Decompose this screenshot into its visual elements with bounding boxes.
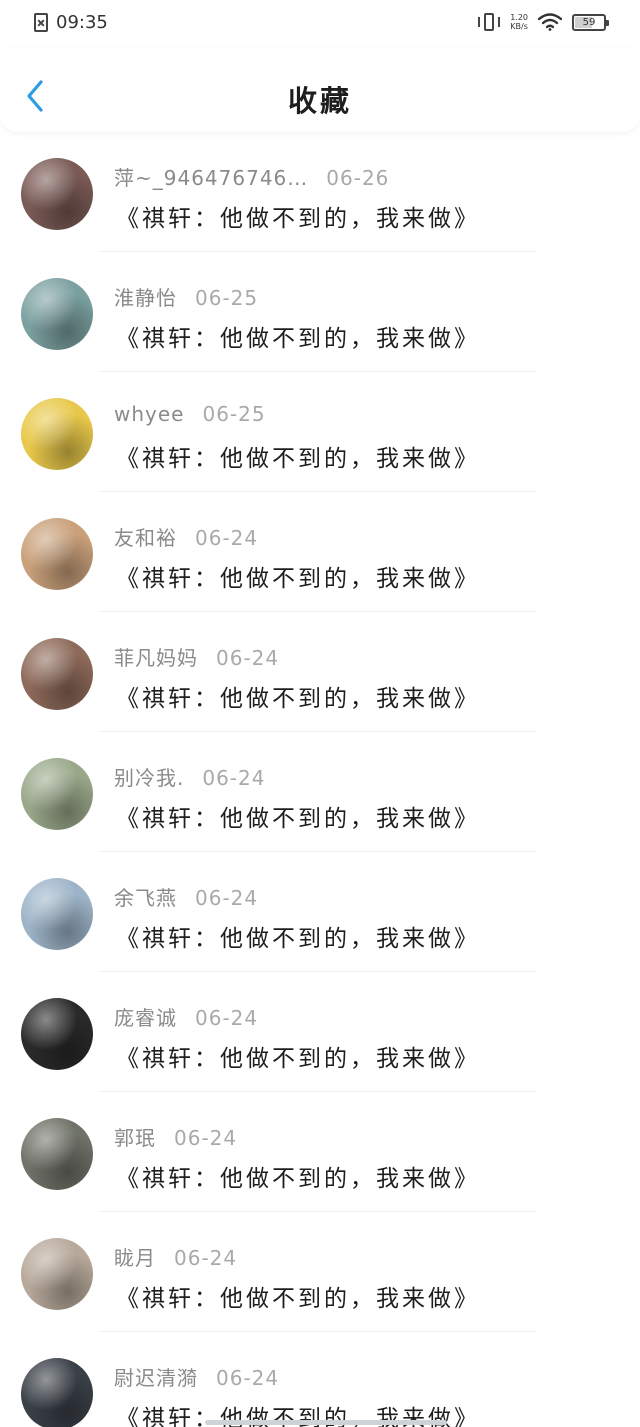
author-name[interactable]: 菲凡妈妈	[114, 646, 198, 670]
favorite-item[interactable]: 眬月 06-24 《祺轩：他做不到的，我来做》	[0, 1212, 640, 1332]
avatar[interactable]	[21, 278, 93, 350]
item-date: 06-24	[202, 766, 266, 790]
avatar[interactable]	[21, 638, 93, 710]
vibrate-icon	[478, 12, 501, 32]
network-speed-unit: KB/s	[510, 22, 528, 31]
item-date: 06-24	[174, 1126, 238, 1150]
author-name[interactable]: 郭珉	[114, 1126, 156, 1150]
avatar[interactable]	[21, 158, 93, 230]
favorite-item[interactable]: 别冷我. 06-24 《祺轩：他做不到的，我来做》	[0, 732, 640, 852]
item-meta: 余飞燕 06-24	[114, 882, 258, 911]
article-title[interactable]: 《祺轩：他做不到的，我来做》	[116, 919, 480, 953]
item-meta: 尉迟清漪 06-24	[114, 1362, 279, 1391]
favorite-item[interactable]: 菲凡妈妈 06-24 《祺轩：他做不到的，我来做》	[0, 612, 640, 732]
article-title[interactable]: 《祺轩：他做不到的，我来做》	[116, 1039, 480, 1073]
avatar[interactable]	[21, 1118, 93, 1190]
avatar[interactable]	[21, 518, 93, 590]
article-title[interactable]: 《祺轩：他做不到的，我来做》	[116, 199, 480, 233]
status-left: 09:35	[34, 12, 108, 33]
article-title[interactable]: 《祺轩：他做不到的，我来做》	[116, 1279, 480, 1313]
page-title: 收藏	[287, 84, 352, 118]
network-speed: 1.20 KB/s	[510, 13, 528, 31]
item-meta: 别冷我. 06-24	[114, 762, 265, 791]
author-name[interactable]: 别冷我.	[114, 766, 184, 790]
item-meta: 眬月 06-24	[114, 1242, 237, 1271]
author-name[interactable]: 尉迟清漪	[114, 1366, 198, 1390]
item-date: 06-24	[216, 1366, 280, 1390]
favorite-item[interactable]: whyee 06-25 《祺轩：他做不到的，我来做》	[0, 372, 640, 492]
item-date: 06-24	[195, 526, 259, 550]
item-date: 06-24	[216, 646, 280, 670]
favorite-item[interactable]: 郭珉 06-24 《祺轩：他做不到的，我来做》	[0, 1092, 640, 1212]
article-title[interactable]: 《祺轩：他做不到的，我来做》	[116, 439, 480, 473]
avatar[interactable]	[21, 398, 93, 470]
favorite-item[interactable]: 友和裕 06-24 《祺轩：他做不到的，我来做》	[0, 492, 640, 612]
author-name[interactable]: 淮静怡	[114, 286, 177, 310]
author-name[interactable]: whyee	[114, 402, 184, 426]
article-title[interactable]: 《祺轩：他做不到的，我来做》	[116, 679, 480, 713]
status-time: 09:35	[56, 12, 108, 33]
item-date: 06-24	[195, 1006, 259, 1030]
item-date: 06-25	[195, 286, 259, 310]
author-name[interactable]: 余飞燕	[114, 886, 177, 910]
item-meta: 萍~_946476746… 06-26	[114, 162, 389, 191]
wifi-icon	[538, 13, 562, 31]
favorite-item[interactable]: 余飞燕 06-24 《祺轩：他做不到的，我来做》	[0, 852, 640, 972]
status-right: 1.20 KB/s 59	[478, 12, 609, 32]
battery-icon: 59	[572, 13, 609, 31]
author-name[interactable]: 庞睿诚	[114, 1006, 177, 1030]
favorite-item[interactable]: 庞睿诚 06-24 《祺轩：他做不到的，我来做》	[0, 972, 640, 1092]
item-date: 06-25	[202, 402, 266, 426]
item-meta: 郭珉 06-24	[114, 1122, 237, 1151]
battery-level: 59	[582, 16, 596, 28]
favorite-item[interactable]: 尉迟清漪 06-24 《祺轩：他做不到的，我来做》	[0, 1332, 640, 1427]
avatar[interactable]	[21, 1358, 93, 1427]
item-date: 06-26	[326, 166, 390, 190]
favorites-list: 萍~_946476746… 06-26 《祺轩：他做不到的，我来做》 淮静怡 06-…	[0, 132, 640, 1427]
author-name[interactable]: 萍~_946476746…	[114, 166, 308, 190]
favorite-item[interactable]: 淮静怡 06-25 《祺轩：他做不到的，我来做》	[0, 252, 640, 372]
no-sim-icon	[34, 13, 48, 32]
author-name[interactable]: 眬月	[114, 1246, 156, 1270]
avatar[interactable]	[21, 1238, 93, 1310]
item-meta: 菲凡妈妈 06-24	[114, 642, 279, 671]
article-title[interactable]: 《祺轩：他做不到的，我来做》	[116, 799, 480, 833]
nav-bar: 收藏	[0, 48, 640, 132]
item-meta: whyee 06-25	[114, 402, 266, 426]
favorite-item[interactable]: 萍~_946476746… 06-26 《祺轩：他做不到的，我来做》	[0, 132, 640, 252]
avatar[interactable]	[21, 878, 93, 950]
article-title[interactable]: 《祺轩：他做不到的，我来做》	[116, 1159, 480, 1193]
avatar[interactable]	[21, 998, 93, 1070]
network-speed-value: 1.20	[510, 13, 528, 22]
status-bar: 09:35 1.20 KB/s 59	[0, 0, 640, 48]
item-date: 06-24	[174, 1246, 238, 1270]
home-indicator	[205, 1420, 447, 1425]
article-title[interactable]: 《祺轩：他做不到的，我来做》	[116, 319, 480, 353]
item-meta: 友和裕 06-24	[114, 522, 258, 551]
article-title[interactable]: 《祺轩：他做不到的，我来做》	[116, 559, 480, 593]
item-meta: 庞睿诚 06-24	[114, 1002, 258, 1031]
item-date: 06-24	[195, 886, 259, 910]
author-name[interactable]: 友和裕	[114, 526, 177, 550]
avatar[interactable]	[21, 758, 93, 830]
item-meta: 淮静怡 06-25	[114, 282, 258, 311]
